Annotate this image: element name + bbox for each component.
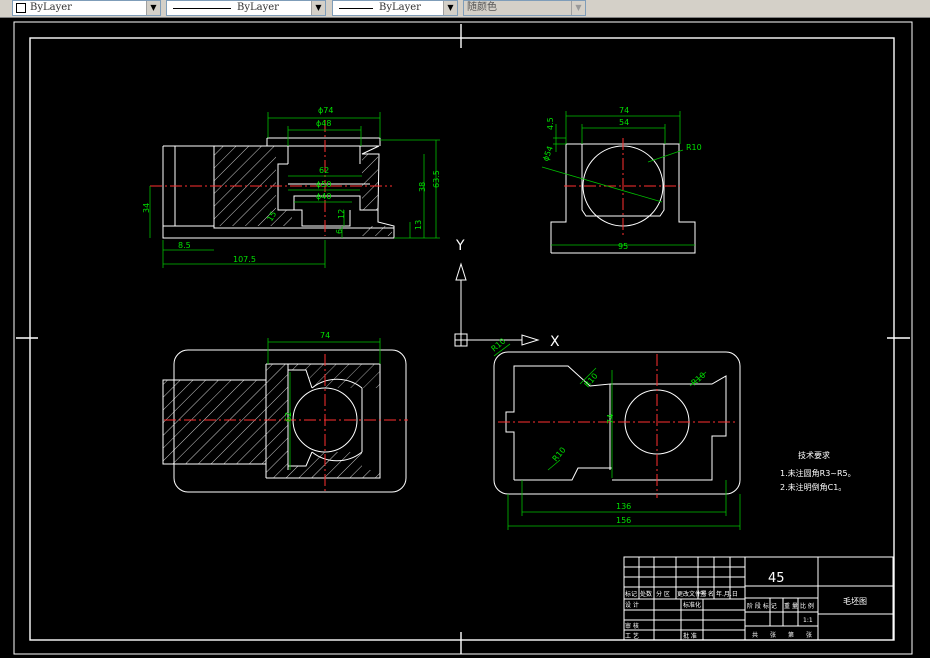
dim-phi74-label: ϕ74 bbox=[318, 106, 333, 115]
notes-line-1: 1.未注圆角R3~R5。 bbox=[780, 468, 856, 478]
linetype-preview bbox=[173, 8, 231, 9]
plot-style-combo-value: 随颜色 bbox=[467, 2, 497, 13]
dim-phi50-label: ϕ50 bbox=[316, 180, 331, 189]
tb-design: 设 计 bbox=[625, 601, 639, 609]
properties-toolbar: ByLayer ▼ ByLayer ▼ ByLayer ▼ 随颜色 ▼ bbox=[0, 0, 930, 18]
tb-scale-value: 1:1 bbox=[803, 617, 813, 624]
lineweight-combo-value: ByLayer bbox=[379, 2, 421, 13]
tb-label-signature: 签 名 bbox=[700, 590, 714, 598]
tb-weight: 重 量 bbox=[784, 602, 798, 610]
tb-stage-mark: 阶 段 标 记 bbox=[747, 602, 777, 610]
ucs-icon bbox=[454, 262, 540, 347]
dim-107-5-label: 107.5 bbox=[233, 255, 256, 264]
linetype-combo[interactable]: ByLayer ▼ bbox=[166, 0, 326, 16]
color-swatch-icon bbox=[16, 3, 26, 13]
dim-phi40-label: ϕ40 bbox=[316, 192, 331, 201]
tb-approve: 批 准 bbox=[683, 632, 697, 640]
blank-dim-74-label: 74 bbox=[606, 414, 615, 424]
ucs-y-label: Y bbox=[455, 238, 465, 254]
tb-standardize: 标准化 bbox=[683, 601, 701, 609]
dim-38-label: 38 bbox=[418, 182, 427, 192]
blank-dim-156-label: 156 bbox=[616, 516, 631, 525]
notes-title: 技术要求 bbox=[798, 450, 830, 460]
front-section-view[interactable]: ϕ74 ϕ48 62 ϕ50 ϕ40 34 8.5 107.5 38 63.5 … bbox=[142, 106, 441, 268]
plan-dim-74-label: 74 bbox=[320, 331, 330, 340]
drawing-canvas[interactable]: ϕ74 ϕ48 62 ϕ50 ϕ40 34 8.5 107.5 38 63.5 … bbox=[0, 18, 930, 658]
side-dim-54-label: 54 bbox=[619, 118, 629, 127]
blank-dim-r10-b-label: R10 bbox=[583, 371, 600, 389]
dim-34-label: 34 bbox=[142, 203, 151, 213]
tb-sheets-total: 共 bbox=[752, 631, 758, 639]
tb-label-mark: 标记 bbox=[625, 590, 637, 598]
chevron-down-icon[interactable]: ▼ bbox=[443, 1, 457, 15]
chevron-down-icon[interactable]: ▼ bbox=[571, 1, 585, 15]
chevron-down-icon[interactable]: ▼ bbox=[311, 1, 325, 15]
top-plan-view[interactable]: 74 62 bbox=[162, 331, 408, 494]
chevron-down-icon[interactable]: ▼ bbox=[146, 1, 160, 15]
dim-phi48-label: ϕ48 bbox=[316, 119, 331, 128]
lineweight-combo[interactable]: ByLayer ▼ bbox=[332, 0, 458, 16]
tb-label-zone: 分 区 bbox=[656, 590, 670, 598]
dim-62-label: 62 bbox=[319, 166, 329, 175]
drawing-frame bbox=[13, 21, 913, 655]
blank-dim-136-label: 136 bbox=[616, 502, 631, 511]
linetype-combo-value: ByLayer bbox=[237, 2, 279, 13]
blank-plan-view[interactable]: R10 R10 R10 R10 74 136 156 bbox=[490, 337, 741, 530]
dim-8-5-label: 8.5 bbox=[178, 241, 191, 250]
side-dim-74-label: 74 bbox=[619, 106, 629, 115]
side-dim-95-label: 95 bbox=[618, 242, 628, 251]
technical-notes: 技术要求 1.未注圆角R3~R5。 2.未注明倒角C1。 bbox=[780, 450, 856, 492]
tb-label-date: 年.月.日 bbox=[716, 590, 738, 598]
tb-sheet-no-unit: 张 bbox=[806, 631, 812, 639]
tb-sheet-no: 第 bbox=[788, 631, 794, 639]
dim-6-label: 6 bbox=[335, 229, 344, 234]
notes-line-2: 2.未注明倒角C1。 bbox=[780, 482, 846, 492]
side-dim-r10-label: R10 bbox=[686, 143, 702, 152]
side-dim-phi54-label: ϕ54 bbox=[541, 145, 555, 163]
plan-dim-62-label: 62 bbox=[284, 412, 293, 422]
lineweight-preview bbox=[339, 8, 373, 9]
tb-process: 工 艺 bbox=[625, 632, 639, 640]
plot-style-combo[interactable]: 随颜色 ▼ bbox=[463, 0, 586, 16]
tb-material: 45 bbox=[768, 571, 785, 586]
tb-drawing-name: 毛坯图 bbox=[843, 596, 867, 606]
side-view[interactable]: 74 54 4.5 R10 ϕ54 95 bbox=[541, 106, 702, 254]
dim-63-5-label: 63.5 bbox=[432, 170, 441, 188]
tb-review: 审 核 bbox=[625, 622, 639, 630]
title-block: 标记 处数 分 区 更改文件号 签 名 年.月.日 设 计 标准化 审 核 工 … bbox=[623, 556, 894, 641]
blank-dim-r10-d-label: R10 bbox=[551, 445, 568, 463]
tb-label-count: 处数 bbox=[640, 590, 652, 598]
dim-12-label: 12 bbox=[337, 209, 346, 219]
layer-combo-value: ByLayer bbox=[30, 2, 72, 13]
tb-scale-label: 比 例 bbox=[800, 602, 814, 610]
tb-sheets-total-unit: 张 bbox=[770, 631, 776, 639]
dim-13-label: 13 bbox=[414, 220, 423, 230]
blank-dim-r10-a-label: R10 bbox=[490, 337, 508, 354]
layer-color-combo[interactable]: ByLayer ▼ bbox=[12, 0, 161, 16]
side-dim-4-5-label: 4.5 bbox=[546, 117, 555, 130]
ucs-x-label: X bbox=[550, 334, 560, 350]
